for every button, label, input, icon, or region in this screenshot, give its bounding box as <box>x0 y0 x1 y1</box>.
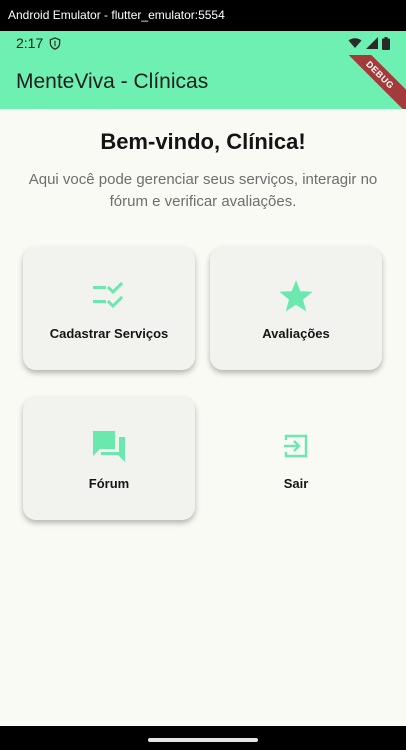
status-icons <box>348 36 390 50</box>
signal-icon <box>366 37 378 49</box>
wifi-icon <box>348 38 362 48</box>
shield-icon <box>49 36 61 50</box>
app-title: MenteViva - Clínicas <box>16 70 209 93</box>
register-services-button[interactable]: Cadastrar Serviços <box>23 247 195 370</box>
checklist-icon <box>89 276 129 316</box>
home-gesture-handle[interactable] <box>148 738 258 742</box>
logout-label: Sair <box>283 476 309 491</box>
system-navigation-bar <box>0 726 406 750</box>
status-bar: 2:17 <box>0 31 406 55</box>
forum-button[interactable]: Fórum <box>23 397 195 520</box>
register-services-label: Cadastrar Serviços <box>49 326 169 341</box>
home-content: Bem-vindo, Clínica! Aqui você pode geren… <box>0 109 406 726</box>
debug-banner: DEBUG <box>331 55 406 109</box>
logout-button[interactable]: Sair <box>210 397 382 520</box>
reviews-button[interactable]: Avaliações <box>210 247 382 370</box>
status-time: 2:17 <box>16 35 44 51</box>
reviews-label: Avaliações <box>262 326 330 341</box>
app-bar: MenteViva - Clínicas DEBUG <box>0 55 406 109</box>
forum-label: Fórum <box>88 476 130 491</box>
forum-icon <box>89 426 129 466</box>
emulator-window-title: Android Emulator - flutter_emulator:5554 <box>0 0 406 31</box>
page-title: Bem-vindo, Clínica! <box>100 129 306 154</box>
exit-icon <box>276 426 316 466</box>
battery-icon <box>382 36 390 50</box>
page-subtitle: Aqui você pode gerenciar seus serviços, … <box>28 171 378 210</box>
star-icon <box>276 276 316 316</box>
